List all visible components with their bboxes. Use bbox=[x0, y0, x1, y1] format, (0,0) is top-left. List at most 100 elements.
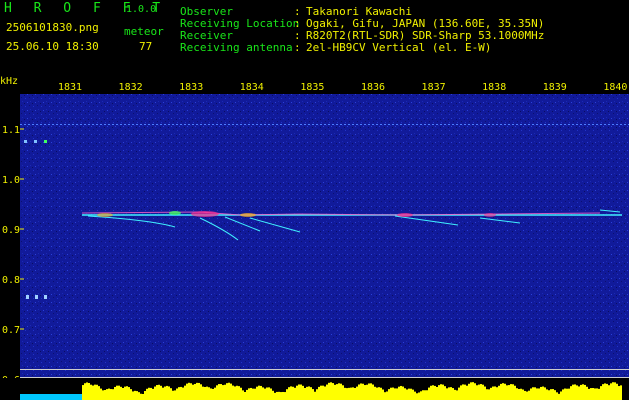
histogram-bar bbox=[620, 385, 622, 400]
histogram-bar bbox=[508, 385, 510, 400]
histogram-bar bbox=[258, 385, 260, 400]
histogram-bar bbox=[342, 385, 344, 400]
histogram-bar bbox=[588, 388, 590, 400]
histogram-bar bbox=[528, 390, 530, 400]
histogram-bar bbox=[494, 386, 496, 400]
echo-hotspot bbox=[97, 213, 113, 217]
x-tick-label: 1835 bbox=[300, 82, 324, 93]
histogram-bar bbox=[288, 387, 290, 400]
histogram-bar bbox=[442, 384, 444, 400]
histogram-bar bbox=[436, 386, 438, 400]
histogram-bar bbox=[266, 387, 268, 400]
histogram-bar bbox=[166, 385, 168, 400]
histogram-bar bbox=[84, 383, 86, 400]
histogram-bar bbox=[498, 385, 500, 400]
histogram-bar bbox=[322, 385, 324, 400]
histogram-bar bbox=[466, 385, 468, 400]
histogram-bar bbox=[614, 382, 616, 400]
histogram-bar bbox=[618, 386, 620, 400]
histogram-bar bbox=[314, 391, 316, 400]
histogram-bar bbox=[444, 386, 446, 400]
histogram-bar bbox=[112, 389, 114, 400]
histogram-bar bbox=[452, 388, 454, 400]
histogram-bar bbox=[460, 385, 462, 400]
histogram-bar bbox=[120, 386, 122, 400]
histogram-bar bbox=[590, 388, 592, 400]
histogram-bar bbox=[158, 384, 160, 400]
histogram-bar bbox=[536, 388, 538, 400]
histogram-bar bbox=[252, 388, 254, 400]
histogram-bar bbox=[170, 388, 172, 400]
histogram-bar bbox=[102, 390, 104, 400]
histogram-bar bbox=[354, 387, 356, 400]
histogram-bar bbox=[236, 385, 238, 400]
histogram-bar bbox=[336, 384, 338, 400]
histogram-bar bbox=[88, 383, 90, 400]
histogram-bar bbox=[340, 383, 342, 400]
histogram-bar bbox=[438, 385, 440, 400]
histogram-bar bbox=[440, 384, 442, 400]
histogram-bar bbox=[462, 384, 464, 400]
histogram-bar bbox=[394, 388, 396, 400]
histogram-bar bbox=[226, 383, 228, 400]
histogram-bar bbox=[550, 389, 552, 400]
histogram-bar bbox=[424, 390, 426, 400]
histogram-bar bbox=[472, 382, 474, 400]
histogram-bar bbox=[164, 386, 166, 400]
histogram-bar bbox=[250, 387, 252, 400]
histogram-bar bbox=[608, 385, 610, 400]
histogram-bar bbox=[178, 387, 180, 400]
histogram-bar bbox=[478, 384, 480, 400]
x-tick-label: 1840 bbox=[603, 82, 627, 93]
histogram-bar bbox=[238, 386, 240, 400]
histogram-bar bbox=[256, 386, 258, 400]
meteor-count: 77 bbox=[139, 40, 153, 53]
histogram-bar bbox=[562, 389, 564, 400]
histogram-bar bbox=[454, 389, 456, 400]
histogram-bar bbox=[116, 385, 118, 400]
app-version: 1.0.0 bbox=[126, 4, 157, 15]
histogram-bar bbox=[418, 392, 420, 400]
histogram-bar bbox=[364, 385, 366, 400]
histogram-bar bbox=[150, 387, 152, 400]
histogram-bar bbox=[122, 387, 124, 400]
histogram-bar bbox=[156, 385, 158, 400]
histogram-bar bbox=[174, 390, 176, 400]
histogram-bar bbox=[464, 384, 466, 400]
y-tick-label: 0.9 bbox=[2, 225, 20, 236]
histogram-bar bbox=[326, 384, 328, 400]
histogram-bar bbox=[504, 383, 506, 400]
histogram-bar bbox=[554, 390, 556, 400]
histogram-bar bbox=[230, 383, 232, 400]
histogram-bar bbox=[334, 384, 336, 400]
histogram-bar bbox=[300, 384, 302, 400]
histogram-bar bbox=[360, 383, 362, 400]
histogram-bar bbox=[446, 388, 448, 400]
histogram-bar bbox=[318, 386, 320, 400]
histogram-bar bbox=[208, 387, 210, 400]
histogram-bar bbox=[370, 383, 372, 400]
histogram-bar bbox=[458, 387, 460, 400]
histogram-bar bbox=[612, 382, 614, 400]
histogram-bar bbox=[234, 386, 236, 400]
histogram-bar bbox=[566, 388, 568, 400]
histogram-bar bbox=[118, 385, 120, 400]
histogram-bar bbox=[146, 388, 148, 400]
histogram-bar bbox=[184, 385, 186, 400]
histogram-bar bbox=[90, 384, 92, 400]
histogram-bar bbox=[378, 387, 380, 400]
histogram-bar bbox=[188, 382, 190, 400]
histogram-bar bbox=[308, 386, 310, 400]
histogram-bar bbox=[414, 391, 416, 400]
histogram-bar bbox=[134, 390, 136, 400]
histogram-bar bbox=[420, 391, 422, 400]
histogram-bar bbox=[204, 386, 206, 400]
histogram-bar bbox=[324, 386, 326, 400]
histogram-bar bbox=[126, 386, 128, 400]
histogram-bar bbox=[292, 386, 294, 400]
histogram-bar bbox=[412, 389, 414, 400]
label-antenna: Receiving antenna bbox=[180, 41, 293, 54]
histogram-bar bbox=[270, 388, 272, 400]
histogram-bar bbox=[406, 389, 408, 400]
histogram-bar bbox=[114, 386, 116, 400]
